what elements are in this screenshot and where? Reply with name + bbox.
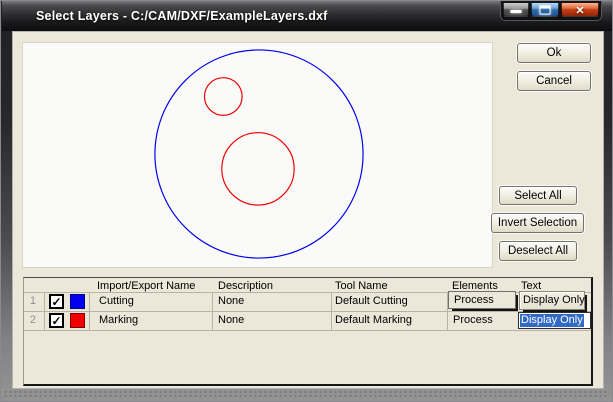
maximize-icon [539, 5, 551, 14]
row-number: 1 [29, 295, 36, 307]
cell-text-editbox[interactable]: Display Only [518, 312, 591, 329]
layer-checkbox-marking[interactable]: ✓ [49, 313, 64, 328]
layer-checkbox-cutting[interactable]: ✓ [49, 294, 64, 309]
checkmark-icon: ✓ [51, 294, 62, 309]
column-header-tool: Tool Name [335, 280, 388, 292]
deselect-all-button[interactable]: Deselect All [499, 241, 577, 261]
gridline [44, 292, 45, 331]
cell-tool-name[interactable]: Default Cutting [335, 292, 408, 311]
cell-description[interactable]: None [218, 292, 244, 311]
cell-tool-name[interactable]: Default Marking [335, 311, 412, 330]
dxf-preview-svg [154, 49, 364, 259]
minimize-button[interactable] [503, 2, 529, 17]
select-layers-dialog: Select Layers - C:/CAM/DXF/ExampleLayers… [0, 0, 613, 402]
cell-elements[interactable]: Process [453, 311, 493, 330]
layer-table: Import/Export Name Description Tool Name… [23, 277, 593, 386]
cell-description[interactable]: None [218, 311, 244, 330]
selected-text: Display Only [520, 314, 584, 327]
select-all-button[interactable]: Select All [499, 186, 577, 205]
invert-selection-button[interactable]: Invert Selection [491, 213, 584, 233]
layer-color-swatch-cutting[interactable] [70, 294, 85, 309]
maximize-button[interactable] [531, 2, 559, 17]
cancel-button[interactable]: Cancel [517, 71, 591, 91]
cell-text-dropdown[interactable]: Display Only [519, 291, 585, 310]
close-icon: ✕ [575, 5, 585, 17]
close-button[interactable]: ✕ [561, 2, 599, 17]
gridline [331, 292, 332, 331]
column-header-name: Import/Export Name [97, 280, 196, 292]
gridline [89, 292, 90, 331]
column-header-description: Description [218, 280, 274, 292]
cell-name[interactable]: Marking [99, 311, 138, 330]
gridline [24, 330, 591, 331]
gridline [212, 292, 213, 331]
cell-elements-dropdown[interactable]: Process [448, 291, 516, 309]
caption-button-group: ✕ [500, 1, 602, 21]
minimize-icon [510, 10, 522, 13]
checkmark-icon: ✓ [51, 313, 62, 328]
window-title: Select Layers - C:/CAM/DXF/ExampleLayers… [36, 9, 328, 23]
layer-color-swatch-marking[interactable] [70, 313, 85, 328]
cell-name[interactable]: Cutting [99, 292, 134, 311]
ok-button[interactable]: Ok [517, 43, 591, 63]
row-number: 2 [29, 314, 36, 326]
window-frame-texture [3, 390, 610, 398]
dxf-preview-canvas [22, 42, 493, 268]
